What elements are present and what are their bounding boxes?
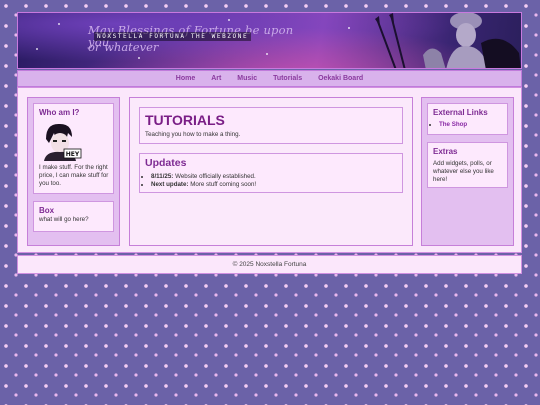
who-am-i-text: I make stuff. For the right price, I can… [39, 164, 109, 187]
nav-art[interactable]: Art [211, 75, 221, 82]
left-sidebar: Who am I? HEY I make stuff. For the righ… [27, 97, 120, 246]
extras-title: Extras [433, 147, 458, 156]
nav-home[interactable]: Home [176, 75, 195, 82]
the-shop-link[interactable]: The Shop [439, 121, 467, 128]
updates-title: Updates [145, 157, 187, 169]
list-item: Next update: More stuff coming soon! [151, 181, 397, 189]
right-sidebar: External Links The Shop Extras Add widge… [421, 97, 514, 246]
updates-box: Updates 8/11/25: Website officially esta… [139, 153, 403, 193]
updates-list: 8/11/25: Website officially established.… [145, 173, 397, 189]
who-am-i-box: Who am I? HEY I make stuff. For the righ… [33, 103, 114, 194]
external-links-box: External Links The Shop [427, 103, 508, 135]
nav-music[interactable]: Music [237, 75, 257, 82]
box-title: Box [39, 206, 55, 215]
extras-box: Extras Add widgets, polls, or whatever e… [427, 142, 508, 188]
page-title: TUTORIALS [145, 112, 225, 128]
external-links-title: External Links [433, 108, 488, 117]
header-banner: May Blessings of Fortune be upon you NOX… [17, 12, 522, 69]
main-nav: Home Art Music Tutorials Oekaki Board [17, 70, 522, 87]
list-item: 8/11/25: Website officially established. [151, 173, 397, 181]
footer-text: © 2025 Noxstella Fortuna [232, 261, 307, 268]
who-am-i-title: Who am I? [39, 108, 80, 117]
statue-image [375, 13, 521, 68]
nav-tutorials[interactable]: Tutorials [273, 75, 302, 82]
site-wrapper: May Blessings of Fortune be upon you NOX… [17, 12, 522, 274]
tutorials-box: TUTORIALS Teaching you how to make a thi… [139, 107, 403, 144]
page-subtitle: Teaching you how to make a thing. [145, 131, 241, 138]
avatar-image: HEY [38, 121, 82, 161]
footer: © 2025 Noxstella Fortuna [17, 255, 522, 274]
sword-icon [375, 13, 406, 68]
nav-oekaki-board[interactable]: Oekaki Board [318, 75, 363, 82]
box-text: what will go here? [39, 216, 89, 223]
box-widget: Box what will go here? [33, 201, 114, 232]
main-column: TUTORIALS Teaching you how to make a thi… [129, 97, 413, 246]
banner-motto-line2: or whatever [88, 40, 159, 54]
content-area: Who am I? HEY I make stuff. For the righ… [17, 87, 522, 253]
extras-text: Add widgets, polls, or whatever else you… [433, 160, 494, 183]
list-item: The Shop [439, 121, 502, 129]
avatar-text: HEY [66, 151, 80, 158]
